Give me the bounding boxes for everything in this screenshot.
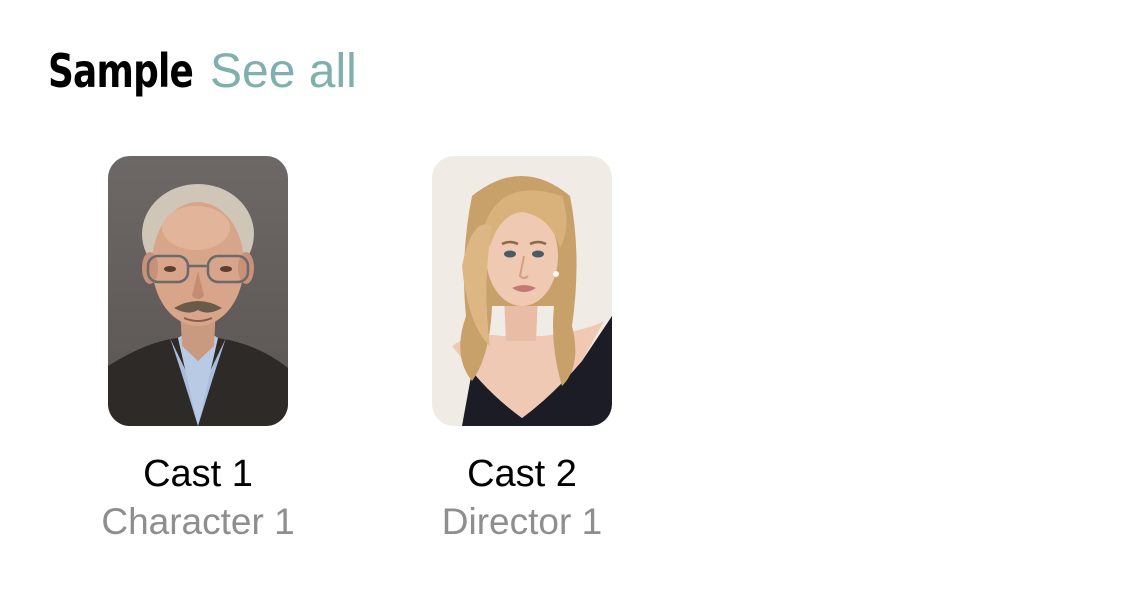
cast-photo xyxy=(432,156,612,426)
cast-card[interactable]: Cast 1 Character 1 xyxy=(48,156,348,544)
cast-role: Director 1 xyxy=(441,501,603,542)
section-header: Sample See all xyxy=(48,44,357,114)
cast-card[interactable]: Cast 2 Director 1 xyxy=(372,156,672,544)
see-all-link[interactable]: See all xyxy=(210,44,357,99)
cast-photo xyxy=(108,156,288,426)
cast-name: Cast 1 xyxy=(143,453,253,495)
cast-name: Cast 2 xyxy=(467,453,577,495)
cast-role: Character 1 xyxy=(101,501,295,542)
section-title: Sample xyxy=(48,44,194,98)
